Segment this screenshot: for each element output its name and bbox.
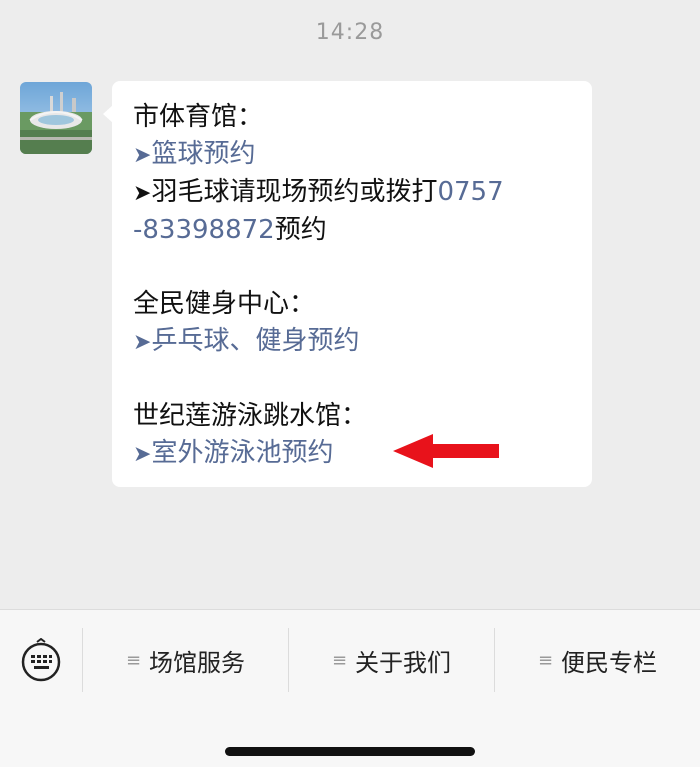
menu-item-convenience-column[interactable]: ≡ 便民专栏	[495, 610, 700, 710]
phone-link-part2[interactable]: -83398872	[133, 215, 275, 245]
menu-item-label: 便民专栏	[561, 648, 658, 677]
venue-heading-fitness-center: 全民健身中心：	[133, 289, 316, 319]
badminton-info-suffix: 预约	[274, 215, 327, 245]
menu-item-label: 场馆服务	[149, 648, 246, 677]
message-bubble: 市体育馆： ➤篮球预约 ➤羽毛球请现场预约或拨打0757 -83398872预约…	[103, 81, 592, 487]
outdoor-pool-booking-label: 室外游泳池预约	[151, 438, 334, 468]
pingpong-fitness-booking-link[interactable]: ➤乒乓球、健身预约	[133, 323, 580, 361]
bullet-arrow-icon: ➤	[133, 181, 152, 206]
message-timestamp: 14:28	[315, 20, 385, 45]
badminton-info-line-2: -83398872预约	[133, 212, 580, 249]
pingpong-fitness-booking-label: 乒乓球、健身预约	[151, 326, 360, 356]
outdoor-pool-booking-link[interactable]: ➤室外游泳池预约	[133, 435, 580, 473]
menu-list-icon: ≡	[331, 649, 348, 671]
menu-list-icon: ≡	[537, 649, 554, 671]
bottom-menu-bar: ≡ 场馆服务 ≡ 关于我们 ≡ 便民专栏	[0, 609, 700, 767]
venue-heading-swimming-hall: 世纪莲游泳跳水馆：	[133, 401, 368, 431]
venue-heading-city-gym: 市体育馆：	[133, 102, 264, 132]
keyboard-icon	[21, 638, 61, 682]
menu-list-icon: ≡	[125, 649, 142, 671]
bullet-arrow-icon: ➤	[133, 143, 152, 168]
keyboard-toggle-button[interactable]	[0, 610, 82, 710]
basketball-booking-link[interactable]: ➤篮球预约	[133, 136, 580, 174]
menu-item-about-us[interactable]: ≡ 关于我们	[289, 610, 494, 710]
menu-item-label: 关于我们	[355, 648, 452, 677]
bullet-arrow-icon: ➤	[133, 330, 152, 355]
bullet-arrow-icon: ➤	[133, 442, 152, 467]
badminton-info-text: 羽毛球请现场预约或拨打	[151, 177, 438, 207]
annotation-arrow-icon	[393, 434, 499, 468]
basketball-booking-label: 篮球预约	[151, 139, 256, 169]
stadium-photo-icon	[20, 82, 92, 154]
menu-item-venue-services[interactable]: ≡ 场馆服务	[83, 610, 288, 710]
home-indicator[interactable]	[225, 747, 475, 756]
account-avatar[interactable]	[20, 82, 92, 154]
phone-link-part1[interactable]: 0757	[437, 177, 503, 207]
badminton-info-line: ➤羽毛球请现场预约或拨打0757	[133, 174, 580, 212]
